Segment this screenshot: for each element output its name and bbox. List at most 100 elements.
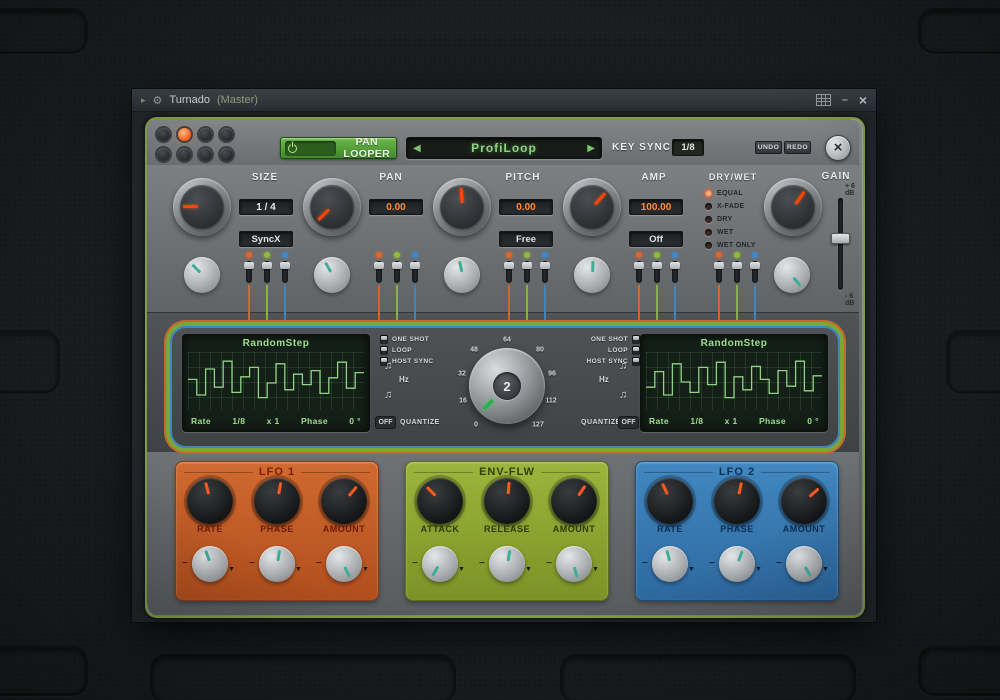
- dropdown-triangle-icon[interactable]: ▼: [525, 566, 532, 573]
- lfo2-waveform[interactable]: [646, 352, 822, 410]
- toggle-switch[interactable]: [632, 335, 640, 344]
- drywet-mod-knob[interactable]: [774, 257, 810, 293]
- lfo2-rate-knob[interactable]: [647, 478, 693, 524]
- lfo2-assign-slider[interactable]: [410, 261, 420, 283]
- dropdown-triangle-icon[interactable]: ▼: [458, 566, 465, 573]
- lfo1-assign-slider[interactable]: [244, 261, 254, 283]
- size-mode[interactable]: SyncX: [239, 231, 293, 247]
- env-fine-knob-2[interactable]: [489, 546, 525, 582]
- close-window-button[interactable]: ×: [859, 92, 867, 108]
- pan-looper-mode-button[interactable]: PAN LOOPER: [280, 136, 397, 160]
- lfo2-assign-slider[interactable]: [670, 261, 680, 283]
- rate-value[interactable]: 1/8: [690, 416, 703, 426]
- radio-led[interactable]: [705, 216, 712, 223]
- mod-assign-lfo1[interactable]: [710, 252, 728, 328]
- rate-multiplier[interactable]: x 1: [725, 416, 738, 426]
- lfo1-fine-knob-1[interactable]: [192, 546, 228, 582]
- minus-icon[interactable]: −: [412, 558, 418, 569]
- header-knob-6[interactable]: [178, 148, 191, 161]
- mod-assign-lfo2[interactable]: [276, 252, 294, 328]
- mod-assign-env[interactable]: [728, 252, 746, 328]
- lfo2-assign-slider[interactable]: [280, 261, 290, 283]
- preset-name[interactable]: ProfiLoop: [421, 141, 588, 155]
- size-knob[interactable]: [173, 178, 231, 236]
- radio-led[interactable]: [705, 190, 712, 197]
- lfo2-fine-knob-3[interactable]: [786, 546, 822, 582]
- host-sync-toggle[interactable]: HOST SYNC: [584, 357, 640, 366]
- radio-led[interactable]: [705, 242, 712, 249]
- toggle-switch[interactable]: [632, 346, 640, 355]
- mod-assign-env[interactable]: [388, 252, 406, 328]
- toggle-switch[interactable]: [380, 335, 388, 344]
- header-knob-5[interactable]: [157, 148, 170, 161]
- radio-led[interactable]: [705, 229, 712, 236]
- drywet-option-0[interactable]: EQUAL: [705, 187, 756, 200]
- lfo2-assign-slider[interactable]: [750, 261, 760, 283]
- detach-arrow-icon[interactable]: ▸: [141, 95, 146, 106]
- toggle-switch[interactable]: [632, 357, 640, 366]
- env-assign-slider[interactable]: [392, 261, 402, 283]
- lfo1-phase-knob[interactable]: [254, 478, 300, 524]
- window-titlebar[interactable]: ▸ ⚙ Turnado (Master) – ×: [132, 89, 876, 112]
- lfo2-step-display[interactable]: RandomStep Rate 1/8 x 1 Phase 0 °: [640, 334, 828, 432]
- dropdown-triangle-icon[interactable]: ▼: [592, 566, 599, 573]
- mod-assign-lfo2[interactable]: [666, 252, 684, 328]
- note-sync-icon[interactable]: ♫: [619, 360, 627, 372]
- keyboard-editor-icon[interactable]: [815, 94, 831, 106]
- minus-icon[interactable]: −: [479, 558, 485, 569]
- minus-icon[interactable]: −: [249, 558, 255, 569]
- hz-label[interactable]: Hz: [399, 375, 409, 384]
- lfo1-fine-knob-3[interactable]: [326, 546, 362, 582]
- loop-toggle[interactable]: LOOP: [380, 346, 434, 355]
- minus-icon[interactable]: −: [182, 558, 188, 569]
- pan-knob[interactable]: [303, 178, 361, 236]
- drywet-option-1[interactable]: X-FADE: [705, 200, 756, 213]
- mod-assign-lfo1[interactable]: [630, 252, 648, 328]
- amp-mode[interactable]: Off: [629, 231, 683, 247]
- env-fine-knob-1[interactable]: [422, 546, 458, 582]
- lfo2-fine-knob-2[interactable]: [719, 546, 755, 582]
- dropdown-triangle-icon[interactable]: ▼: [755, 566, 762, 573]
- dropdown-triangle-icon[interactable]: ▼: [362, 566, 369, 573]
- redo-button[interactable]: REDO: [784, 141, 811, 154]
- lfo2-amount-knob[interactable]: [781, 478, 827, 524]
- pan-value[interactable]: 0.00: [369, 199, 423, 215]
- lfo1-assign-slider[interactable]: [714, 261, 724, 283]
- drywet-option-3[interactable]: WET: [705, 226, 756, 239]
- pitch-mode[interactable]: Free: [499, 231, 553, 247]
- rate-value[interactable]: 1/8: [232, 416, 245, 426]
- lfo2-assign-slider[interactable]: [540, 261, 550, 283]
- lfo2-quantize-button[interactable]: OFF: [618, 416, 639, 429]
- pan-mod-knob[interactable]: [314, 257, 350, 293]
- mod-assign-lfo2[interactable]: [406, 252, 424, 328]
- dropdown-triangle-icon[interactable]: ▼: [688, 566, 695, 573]
- dotted-note-sync-icon[interactable]: ♫: [384, 389, 392, 401]
- mod-assign-lfo2[interactable]: [536, 252, 554, 328]
- pitch-value[interactable]: 0.00: [499, 199, 553, 215]
- gain-slider[interactable]: [831, 198, 850, 290]
- dropdown-triangle-icon[interactable]: ▼: [228, 566, 235, 573]
- env-attack-knob[interactable]: [417, 478, 463, 524]
- lfo1-quantize-button[interactable]: OFF: [375, 416, 396, 429]
- header-knob-3[interactable]: [199, 128, 212, 141]
- mod-assign-env[interactable]: [648, 252, 666, 328]
- lfo2-phase-knob[interactable]: [714, 478, 760, 524]
- env-assign-slider[interactable]: [732, 261, 742, 283]
- loop-toggle[interactable]: LOOP: [584, 346, 640, 355]
- preset-next-icon[interactable]: ▶: [587, 143, 595, 154]
- minus-icon[interactable]: −: [546, 558, 552, 569]
- size-mod-knob[interactable]: [184, 257, 220, 293]
- close-plugin-button[interactable]: ×: [825, 135, 851, 161]
- mod-depth-knob[interactable]: 2: [469, 348, 545, 424]
- plugin-options-gear-icon[interactable]: ⚙: [153, 94, 163, 107]
- minimize-button[interactable]: –: [842, 94, 848, 106]
- pitch-knob[interactable]: [433, 178, 491, 236]
- dotted-note-sync-icon[interactable]: ♫: [619, 389, 627, 401]
- phase-value[interactable]: 0 °: [349, 416, 361, 426]
- lfo1-assign-slider[interactable]: [374, 261, 384, 283]
- rate-multiplier[interactable]: x 1: [267, 416, 280, 426]
- preset-prev-icon[interactable]: ◀: [413, 143, 421, 154]
- dropdown-triangle-icon[interactable]: ▼: [822, 566, 829, 573]
- mod-assign-lfo1[interactable]: [240, 252, 258, 328]
- lfo1-assign-slider[interactable]: [504, 261, 514, 283]
